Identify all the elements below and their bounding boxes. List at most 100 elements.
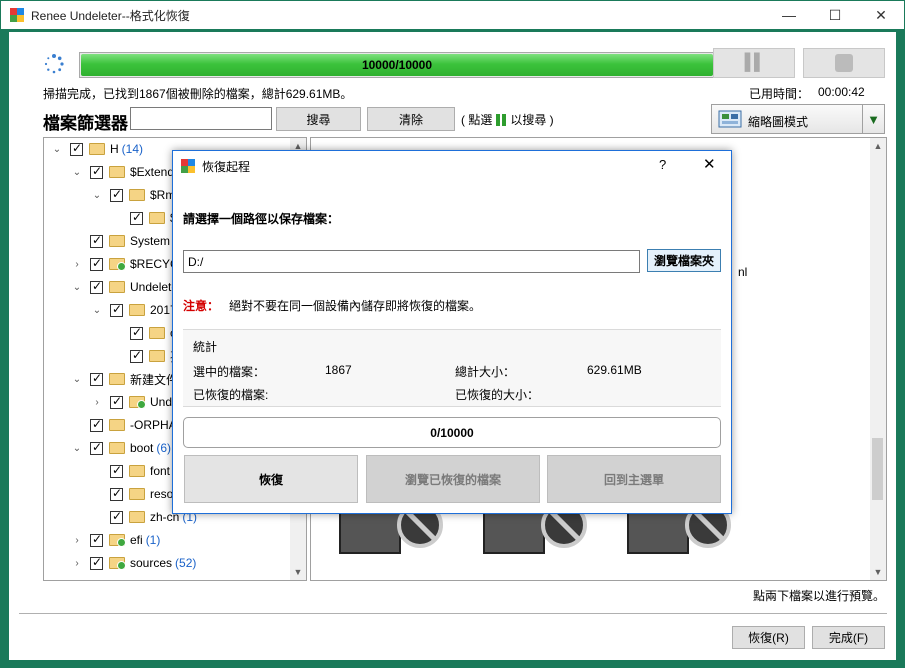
folder-icon (109, 442, 125, 454)
checkbox[interactable] (130, 325, 143, 340)
folder-icon (149, 327, 165, 339)
start-recovery-button[interactable]: 恢復 (184, 455, 358, 503)
tree-item-label: sources (130, 556, 173, 570)
preview-hint-text: 點兩下檔案以進行預覽。 (753, 589, 886, 603)
scan-spinner-icon (44, 54, 64, 74)
checkbox[interactable] (90, 164, 103, 179)
view-mode-label: 縮略圖模式 (748, 115, 809, 129)
expander-icon[interactable]: › (90, 397, 104, 408)
filter-input[interactable] (130, 107, 272, 130)
checkbox[interactable] (110, 509, 123, 524)
tree-item[interactable]: ⌄2017 (90, 299, 180, 321)
expander-icon[interactable]: › (70, 259, 84, 270)
tree-item[interactable]: ⌄ $Extend (70, 161, 177, 183)
tree-item-label: boot (130, 441, 154, 455)
expander-icon[interactable]: ⌄ (70, 282, 84, 293)
save-path-prompt: 請選擇一個路徑以保存檔案： (183, 212, 340, 226)
expander-icon[interactable]: › (70, 558, 84, 569)
checkbox[interactable] (110, 486, 123, 501)
tree-item[interactable]: › sources(52) (70, 552, 196, 574)
scroll-thumb[interactable] (872, 438, 883, 500)
tree-item[interactable]: ⌄$Rm (90, 184, 178, 206)
checkbox[interactable] (90, 279, 103, 294)
folder-icon (129, 189, 145, 201)
folder-icon (109, 373, 125, 385)
back-to-menu-button[interactable]: 回到主選單 (547, 455, 721, 503)
checkbox[interactable] (110, 394, 123, 409)
recover-button[interactable]: 恢復(R) (732, 626, 805, 649)
expander-icon[interactable]: ⌄ (70, 167, 84, 178)
tree-item[interactable]: › Und (90, 391, 175, 413)
tree-item[interactable]: ⌄ boot(6) (70, 437, 171, 459)
total-size-value: 629.61MB (587, 363, 642, 377)
search-button[interactable]: 搜尋 (276, 107, 361, 131)
selected-files-value: 1867 (325, 363, 352, 377)
checkbox[interactable] (90, 532, 103, 547)
note-label: 注意： (183, 299, 220, 313)
expander-icon[interactable]: ⌄ (90, 190, 104, 201)
checkbox[interactable] (90, 555, 103, 570)
pause-button[interactable]: ▌▌ (713, 48, 795, 78)
tree-item[interactable]: font (90, 460, 173, 482)
view-mode-select[interactable]: 縮略圖模式 ▼ (711, 104, 885, 134)
checkbox[interactable] (90, 233, 103, 248)
checkbox[interactable] (110, 187, 123, 202)
title-bar: Renee Undeleter--格式化恢復 — ☐ ✕ (1, 1, 904, 29)
expander-icon[interactable]: ⌄ (50, 144, 64, 155)
recovery-dialog: 恢復起程 ? ✕ 請選擇一個路徑以保存檔案： 瀏覽檔案夾 注意： 絕對不要在同一個… (172, 150, 732, 514)
checkbox[interactable] (90, 440, 103, 455)
finish-button[interactable]: 完成(F) (812, 626, 885, 649)
recovery-progress-text: 0/10000 (430, 425, 474, 440)
expander-icon[interactable]: ⌄ (70, 443, 84, 454)
scroll-down-arrow-icon[interactable]: ▼ (871, 565, 885, 579)
clear-button[interactable]: 清除 (367, 107, 455, 131)
browse-folder-button[interactable]: 瀏覽檔案夾 (647, 249, 721, 272)
stop-button[interactable] (803, 48, 885, 78)
filter-hint-prefix: ( 點選 (461, 113, 493, 127)
checkbox[interactable] (130, 348, 143, 363)
close-window-button[interactable]: ✕ (858, 1, 904, 29)
expander-icon[interactable]: ⌄ (70, 374, 84, 385)
tree-item-count: (52) (175, 556, 197, 570)
scroll-down-arrow-icon[interactable]: ▼ (291, 565, 305, 579)
browse-recovered-button[interactable]: 瀏覽已恢復的檔案 (366, 455, 540, 503)
folder-icon (149, 350, 165, 362)
tree-item-label: Und (150, 395, 173, 409)
tree-item-count: (1) (145, 533, 161, 547)
preview-scrollbar[interactable]: ▲ ▼ (870, 138, 886, 580)
checkbox[interactable] (90, 371, 103, 386)
checkbox[interactable] (70, 141, 83, 156)
file-name-partial: nl (738, 265, 748, 279)
help-icon[interactable]: ? (659, 157, 666, 172)
folder-icon (109, 258, 126, 271)
tree-item[interactable]: ⌄ 新建文件 (70, 368, 181, 390)
tree-item[interactable]: › efi(1) (70, 529, 160, 551)
expander-icon[interactable]: › (70, 535, 84, 546)
dropdown-arrow-icon: ▼ (862, 105, 884, 133)
close-icon[interactable]: ✕ (703, 155, 716, 173)
tree-item[interactable]: -ORPHA (70, 414, 180, 436)
tree-item[interactable]: System (70, 230, 173, 252)
checkbox[interactable] (110, 302, 123, 317)
checkbox[interactable] (130, 210, 143, 225)
checkbox[interactable] (90, 256, 103, 271)
expander-icon[interactable]: ⌄ (90, 305, 104, 316)
checkbox[interactable] (110, 463, 123, 478)
save-path-input[interactable] (183, 250, 640, 273)
maximize-button[interactable]: ☐ (812, 1, 858, 29)
scroll-up-arrow-icon[interactable]: ▲ (871, 139, 885, 153)
tree-item[interactable]: ⌄ H(14) (50, 138, 143, 160)
tree-item[interactable]: c (110, 322, 179, 344)
minimize-button[interactable]: — (766, 1, 812, 29)
folder-icon (109, 281, 125, 293)
tree-item[interactable]: ›$RECYC (70, 253, 182, 275)
checkbox[interactable] (90, 417, 103, 432)
folder-icon (149, 212, 165, 224)
recovered-files-label: 已恢復的檔案: (193, 388, 269, 402)
app-logo-icon (10, 8, 24, 22)
tree-item[interactable]: reso (90, 483, 176, 505)
tree-item[interactable]: $ (110, 207, 180, 229)
thumbnail-view-icon (718, 110, 742, 128)
tree-item[interactable]: ⌄ Undelete (70, 276, 181, 298)
folder-icon (109, 534, 126, 547)
